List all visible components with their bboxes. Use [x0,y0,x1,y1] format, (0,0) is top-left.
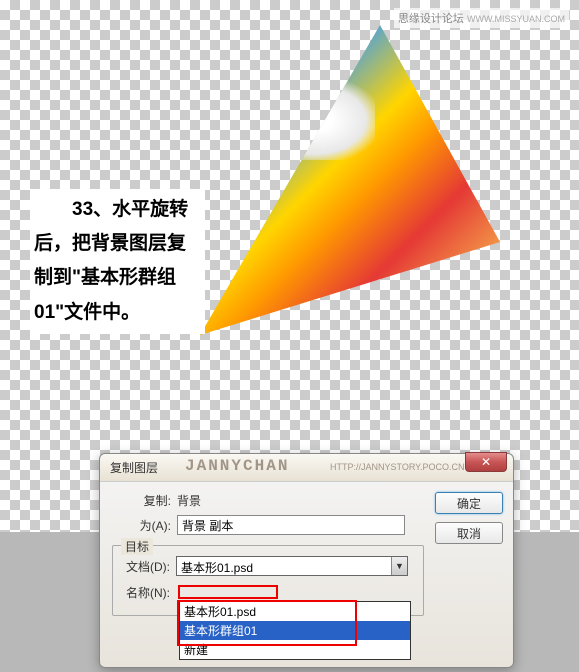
dialog-titlebar[interactable]: 复制图层 JANNYCHAN HTTP://JANNYSTORY.POCO.CN… [100,454,513,482]
name-label: 名称(N): [121,584,176,601]
document-label: 文档(D): [121,558,176,575]
ok-button-label: 确定 [457,495,481,512]
document-row: 文档(D): 基本形01.psd ▼ [121,556,415,576]
ok-button[interactable]: 确定 [435,492,503,514]
cancel-button[interactable]: 取消 [435,522,503,544]
cancel-button-label: 取消 [457,525,481,542]
close-button[interactable]: ✕ [465,452,507,472]
as-label: 为(A): [112,517,177,534]
dialog-title: 复制图层 [110,459,158,476]
name-row: 名称(N): [121,584,415,601]
instruction-text: 33、水平旋转后，把背景图层复制到"基本形群组01"文件中。 [30,189,205,334]
watermark-top: 思缘设计论坛 WWW.MISSYUAN.COM [394,8,569,28]
document-combobox[interactable]: 基本形01.psd ▼ [176,556,408,576]
as-input[interactable] [177,515,405,535]
copy-value: 背景 [177,492,201,509]
watermark-jannychan-url: HTTP://JANNYSTORY.POCO.CN [330,462,465,472]
dropdown-option[interactable]: 新建 [180,640,410,659]
document-combo-text: 基本形01.psd [177,557,391,575]
chevron-down-icon: ▼ [391,557,407,575]
watermark-url: WWW.MISSYUAN.COM [467,14,565,24]
dropdown-option-selected[interactable]: 基本形群组01 [180,621,410,640]
clipped-triangle-image [200,25,500,335]
close-icon: ✕ [481,455,491,469]
target-legend: 目标 [121,538,153,555]
dropdown-option[interactable]: 基本形01.psd [180,602,410,621]
copy-label: 复制: [112,492,177,509]
duplicate-layer-dialog: 复制图层 JANNYCHAN HTTP://JANNYSTORY.POCO.CN… [99,453,514,668]
document-dropdown-list: 基本形01.psd 基本形群组01 新建 [179,601,411,660]
image-highlight [255,80,375,160]
dialog-body: 复制: 背景 为(A): 目标 文档(D): 基本形01.psd ▼ 名称(N)… [100,482,513,667]
watermark-jannychan: JANNYCHAN [185,457,289,475]
watermark-forum: 思缘设计论坛 [398,13,464,25]
